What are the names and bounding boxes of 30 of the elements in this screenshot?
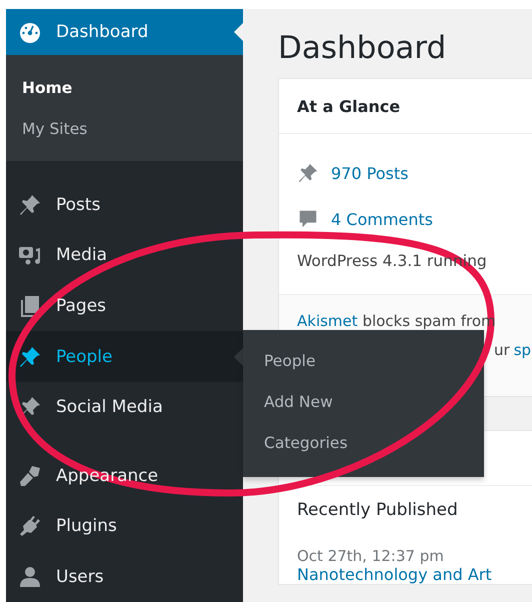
akismet-text: ur (494, 341, 510, 359)
card-title: At a Glance (297, 96, 400, 116)
post-link[interactable]: Nanotechnology and Art (297, 565, 492, 584)
section-title: Recently Published (297, 500, 459, 522)
comment-icon (297, 208, 319, 230)
menu-item[interactable]: Users (6, 551, 243, 602)
stat-link[interactable]: 4 Comments (331, 210, 433, 228)
menu-item[interactable]: Plugins (6, 500, 243, 552)
post-date: Oct 27th, 12:37 pm (297, 547, 445, 565)
menu-item[interactable]: Dashboard (6, 9, 243, 55)
spam-link[interactable]: sp (514, 341, 532, 359)
flyout-item[interactable]: Categories (243, 422, 484, 464)
pin-icon (18, 344, 42, 368)
menu-item[interactable]: Pages (6, 280, 243, 332)
akismet-link[interactable]: Akismet (297, 312, 358, 330)
user-icon (18, 564, 42, 589)
menu-item[interactable]: Social Media (6, 382, 243, 432)
brush-icon (18, 464, 42, 488)
flyout-item[interactable]: Add New (243, 381, 484, 422)
pin-icon (18, 192, 42, 217)
menu-item[interactable]: Posts (6, 180, 243, 230)
menu-item[interactable]: Media (6, 230, 243, 281)
pages-icon (18, 294, 42, 318)
page-title: Dashboard (278, 29, 448, 68)
submenu-item[interactable]: Home (6, 68, 243, 109)
submenu-item[interactable]: My Sites (6, 108, 243, 150)
stat-link[interactable]: 970 Posts (331, 164, 408, 182)
flyout-item[interactable]: People (243, 340, 484, 382)
plug-icon (18, 514, 42, 538)
pin-icon (297, 162, 319, 184)
